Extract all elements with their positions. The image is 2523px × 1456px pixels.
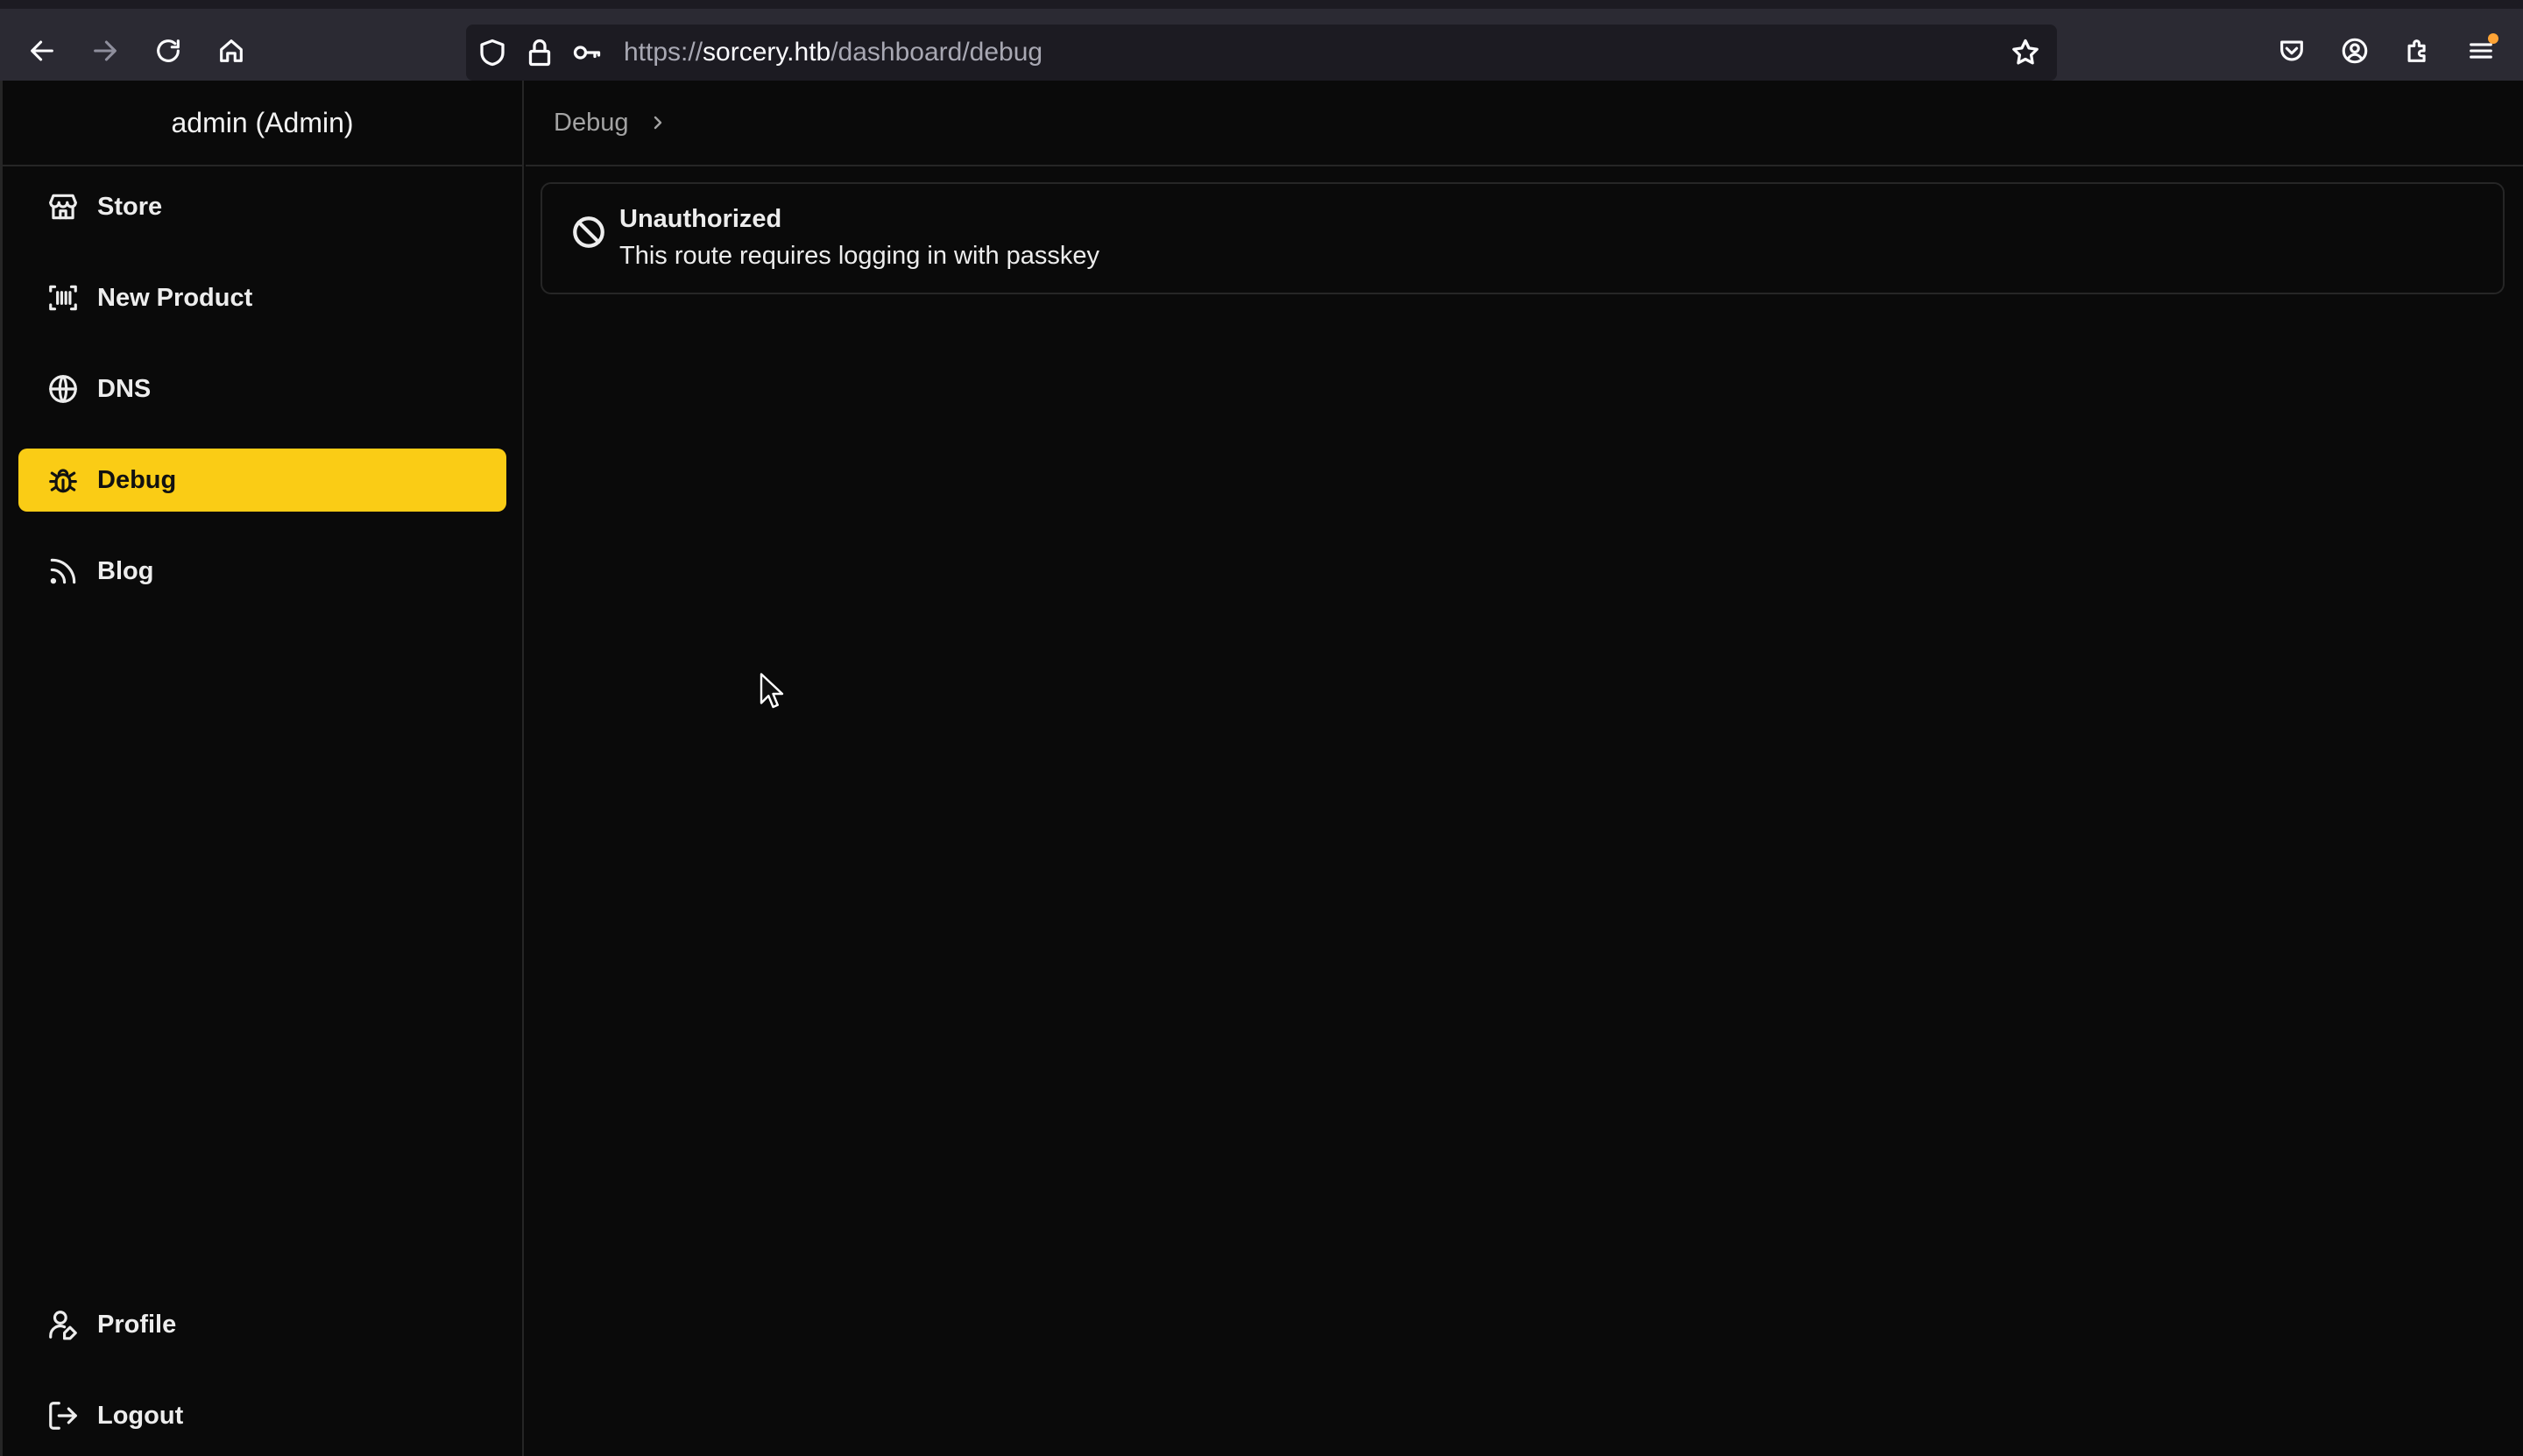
sidebar-item-debug[interactable]: Debug — [18, 449, 506, 512]
forward-button[interactable] — [82, 28, 128, 74]
sidebar-item-label: New Product — [97, 283, 253, 312]
unauthorized-alert: Unauthorized This route requires logging… — [541, 182, 2505, 294]
globe-icon — [49, 375, 77, 403]
user-label: admin (Admin) — [3, 81, 522, 166]
sidebar-item-label: Debug — [97, 465, 177, 494]
scan-barcode-icon — [49, 285, 77, 311]
sidebar-item-store[interactable]: Store — [18, 175, 506, 238]
sidebar-item-logout[interactable]: Logout — [18, 1384, 506, 1447]
sidebar-item-label: Blog — [97, 556, 154, 585]
notification-dot — [2488, 33, 2498, 44]
sidebar-item-label: Profile — [97, 1310, 177, 1339]
sidebar-nav: Store New Product DNS Debug Blog — [3, 166, 522, 640]
extensions-icon[interactable] — [2397, 30, 2439, 72]
sidebar-item-label: DNS — [97, 374, 152, 403]
main-content: Debug Unauthorized This route requires l… — [526, 81, 2523, 1456]
reload-icon — [157, 39, 180, 62]
breadcrumb: Debug — [526, 81, 2523, 166]
bug-icon — [49, 469, 77, 493]
account-icon[interactable] — [2334, 30, 2376, 72]
sidebar-item-dns[interactable]: DNS — [18, 357, 506, 421]
logout-icon — [49, 1402, 77, 1430]
lock-icon[interactable] — [524, 37, 555, 68]
reload-button[interactable] — [145, 28, 191, 74]
alert-title: Unauthorized — [619, 205, 782, 233]
browser-toolbar: https://sorcery.htb/dashboard/debug — [0, 0, 2523, 81]
sidebar-item-profile[interactable]: Profile — [18, 1293, 506, 1356]
breadcrumb-item-debug[interactable]: Debug — [554, 109, 628, 138]
rss-icon — [50, 558, 76, 584]
sidebar-item-blog[interactable]: Blog — [18, 540, 506, 603]
arrow-right-icon — [94, 40, 117, 61]
store-icon — [49, 194, 77, 220]
sidebar-item-label: Logout — [97, 1401, 184, 1430]
mouse-cursor-icon — [760, 673, 784, 709]
sidebar-item-new-product[interactable]: New Product — [18, 266, 506, 329]
shield-icon[interactable] — [477, 37, 508, 68]
home-icon — [220, 39, 243, 62]
back-button[interactable] — [19, 28, 65, 74]
alert-description: This route requires logging in with pass… — [619, 242, 1100, 270]
chevron-right-icon — [654, 116, 662, 130]
pocket-icon[interactable] — [2271, 30, 2313, 72]
key-icon[interactable] — [571, 37, 603, 68]
url-bar[interactable]: https://sorcery.htb/dashboard/debug — [466, 25, 2057, 81]
sidebar-item-label: Store — [97, 192, 163, 221]
arrow-left-icon — [31, 40, 53, 61]
sidebar: admin (Admin) Store New Product DNS Debu… — [0, 81, 524, 1456]
menu-icon[interactable] — [2460, 30, 2502, 72]
bookmark-star-icon[interactable] — [2010, 37, 2041, 68]
ban-icon — [570, 214, 607, 251]
user-pen-icon — [49, 1311, 77, 1340]
url-text[interactable]: https://sorcery.htb/dashboard/debug — [624, 38, 1042, 67]
home-button[interactable] — [208, 28, 254, 74]
sidebar-bottom-nav: Profile Logout — [18, 1293, 506, 1447]
